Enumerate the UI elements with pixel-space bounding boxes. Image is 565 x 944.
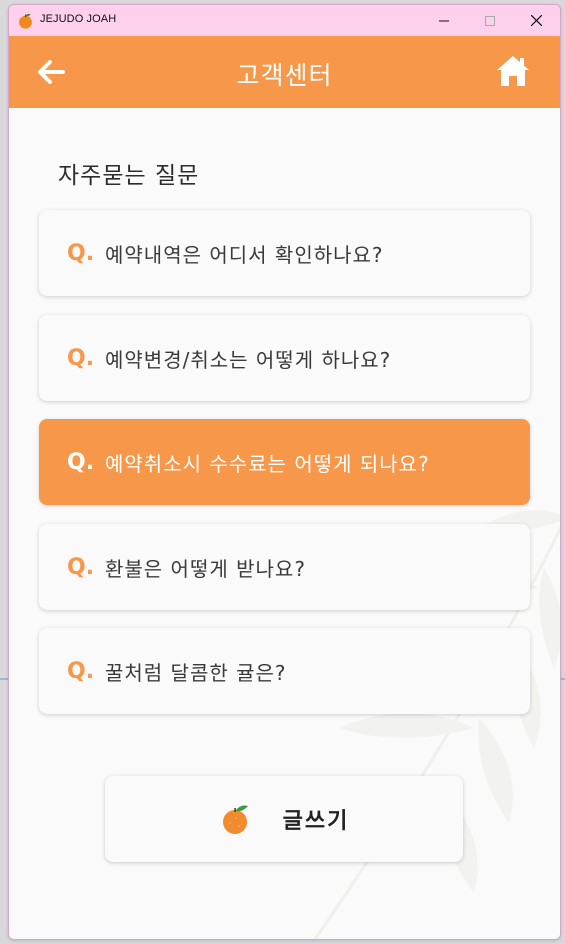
faq-item-refund[interactable]: Q. 환불은 어떻게 받나요?: [39, 524, 530, 610]
maximize-icon: [485, 15, 495, 26]
faq-item-tangerine[interactable]: Q. 꿀처럼 달콤한 귤은?: [39, 628, 530, 714]
question-marker: Q.: [67, 554, 95, 580]
faq-item-reservation-history[interactable]: Q. 예약내역은 어디서 확인하나요?: [39, 210, 530, 296]
question-marker: Q.: [67, 240, 95, 266]
faq-item-reservation-change[interactable]: Q. 예약변경/취소는 어떻게 하나요?: [39, 315, 530, 401]
write-button-label: 글쓰기: [282, 809, 350, 834]
faq-question-text: 꿀처럼 달콤한 귤은?: [105, 660, 287, 685]
faq-question-text: 예약취소시 수수료는 어떻게 되나요?: [105, 451, 430, 476]
minimize-icon: [439, 20, 449, 21]
close-button[interactable]: [513, 5, 559, 36]
tangerine-app-icon: [19, 13, 32, 29]
question-marker: Q.: [67, 345, 95, 371]
home-icon: [497, 56, 529, 86]
app-window: JEJUDO JOAH 고객센터 자주묻는 질문 Q. 예약내역은 어디서 확인…: [8, 4, 561, 940]
faq-question-text: 예약내역은 어디서 확인하나요?: [105, 242, 384, 267]
app-header: 고객센터: [9, 36, 560, 108]
question-marker: Q.: [67, 449, 95, 475]
close-icon: [530, 15, 542, 26]
faq-question-text: 환불은 어떻게 받나요?: [105, 556, 306, 581]
title-bar[interactable]: JEJUDO JOAH: [9, 5, 560, 36]
faq-item-cancellation-fee[interactable]: Q. 예약취소시 수수료는 어떻게 되나요?: [39, 419, 530, 505]
minimize-button[interactable]: [421, 5, 467, 36]
page-title: 고객센터: [236, 61, 333, 90]
question-marker: Q.: [67, 658, 95, 684]
faq-question-text: 예약변경/취소는 어떻게 하나요?: [105, 347, 392, 372]
write-post-button[interactable]: 글쓰기: [105, 776, 463, 862]
tangerine-icon: [222, 805, 248, 834]
window-title: JEJUDO JOAH: [40, 13, 117, 25]
main-content: 자주묻는 질문 Q. 예약내역은 어디서 확인하나요? Q. 예약변경/취소는 …: [9, 108, 560, 939]
home-button[interactable]: [491, 51, 535, 91]
maximize-button[interactable]: [467, 5, 513, 36]
faq-section-title: 자주묻는 질문: [58, 163, 200, 189]
